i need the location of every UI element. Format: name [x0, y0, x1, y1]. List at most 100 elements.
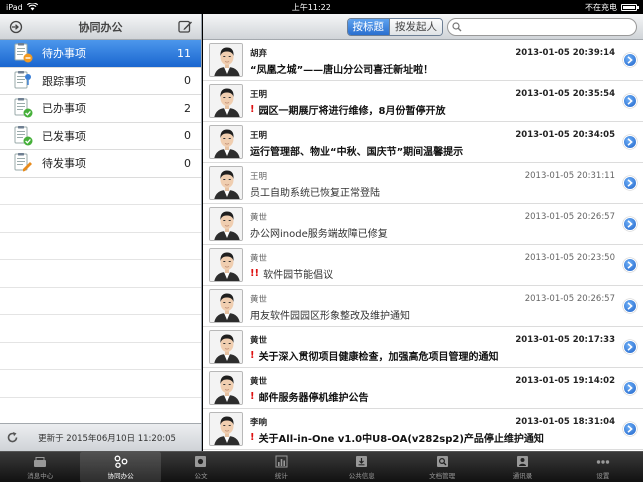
avatar — [209, 43, 243, 77]
detail-disclosure-icon[interactable] — [623, 381, 637, 395]
message-subject: “凤凰之城”——唐山分公司喜迁新址啦！ — [250, 64, 434, 76]
settings-icon — [595, 455, 611, 469]
tab-public-info[interactable]: 公共信息 — [322, 452, 402, 482]
detail-disclosure-icon[interactable] — [623, 299, 637, 313]
tab-statistics[interactable]: 统计 — [241, 452, 321, 482]
message-timestamp: 2013-01-05 20:26:57 — [524, 294, 615, 304]
message-header: 王明 2013-01-05 20:35:54 — [250, 87, 643, 101]
message-subject-line: ! 园区一期展厅将进行维修，8月份暂停开放 — [250, 101, 643, 117]
menu-item-count: 0 — [184, 129, 191, 143]
wifi-icon — [26, 3, 38, 11]
message-timestamp: 2013-01-05 19:14:02 — [515, 376, 615, 386]
detail-disclosure-icon[interactable] — [623, 258, 637, 272]
message-header: 李响 2013-01-05 18:31:04 — [250, 415, 643, 429]
empty-row — [0, 260, 201, 288]
tab-settings[interactable]: 设置 — [563, 452, 643, 482]
message-subject-line: ! 邮件服务器停机维护公告 — [250, 388, 643, 404]
message-list: 胡弃 2013-01-05 20:39:14 “凤凰之城”——唐山分公司喜迁新址啦！… — [203, 40, 643, 450]
menu-item-1[interactable]: 待办事项 11 — [0, 40, 201, 68]
message-header: 黄世 2013-01-05 20:17:33 — [250, 333, 643, 347]
collaboration-icon — [113, 455, 129, 469]
message-subject-line: ! 关于深入贯彻项目健康检查，加强高危项目管理的通知 — [250, 347, 643, 363]
menu-item-4[interactable]: 已发事项 0 — [0, 123, 201, 150]
right-navbar: 按标题 按发起人 — [203, 14, 643, 40]
logout-icon[interactable] — [8, 19, 24, 35]
message-body: 胡弃 2013-01-05 20:39:14 “凤凰之城”——唐山分公司喜迁新址啦！ — [250, 40, 643, 80]
message-header: 黄世 2013-01-05 20:23:50 — [250, 251, 643, 265]
avatar — [209, 207, 243, 241]
message-row[interactable]: 胡弃 2013-01-05 20:39:14 “凤凰之城”——唐山分公司喜迁新址啦！ — [203, 40, 643, 81]
priority-icon: !! — [250, 267, 260, 279]
message-row[interactable]: 李响 2013-01-05 18:31:04! 关于All-in-One v1.0中… — [203, 409, 643, 450]
last-updated-text: 更新于 2015年06月10日 11:20:05 — [38, 433, 176, 444]
avatar — [209, 125, 243, 159]
message-timestamp: 2013-01-05 20:31:11 — [524, 171, 615, 181]
message-body: 黄世 2013-01-05 20:23:50!! 软件园节能倡议 — [250, 245, 643, 285]
tab-official-doc[interactable]: 公文 — [161, 452, 241, 482]
left-navbar: 协同办公 — [0, 14, 201, 40]
menu-item-3[interactable]: 已办事项 2 — [0, 95, 201, 123]
message-timestamp: 2013-01-05 20:35:54 — [515, 89, 615, 99]
tab-collaboration[interactable]: 协同办公 — [80, 452, 161, 482]
tab-message-center[interactable]: 消息中心 — [0, 452, 80, 482]
empty-row — [0, 370, 201, 398]
menu-item-label: 跟踪事项 — [42, 74, 86, 88]
sender-name: 胡弃 — [250, 49, 268, 59]
message-row[interactable]: 王明 2013-01-05 20:34:05 运行管理部、物业“中秋、国庆节”期间温… — [203, 122, 643, 163]
message-timestamp: 2013-01-05 18:31:04 — [515, 417, 615, 427]
message-header: 黄世 2013-01-05 20:26:57 — [250, 292, 643, 306]
message-center-icon — [32, 455, 48, 469]
tab-label: 消息中心 — [27, 471, 54, 480]
detail-disclosure-icon[interactable] — [623, 217, 637, 231]
avatar — [209, 248, 243, 282]
tab-document-management[interactable]: 文档管理 — [402, 452, 482, 482]
compose-icon[interactable] — [177, 19, 193, 35]
priority-icon: ! — [250, 103, 255, 115]
message-timestamp: 2013-01-05 20:34:05 — [515, 130, 615, 140]
message-row[interactable]: 黄世 2013-01-05 19:14:02! 邮件服务器停机维护公告 — [203, 368, 643, 409]
message-row[interactable]: 黄世 2013-01-05 20:26:57 办公网inode服务端故障已修复 — [203, 204, 643, 245]
official-doc-icon — [193, 455, 209, 469]
sent-doc-icon — [12, 125, 34, 147]
detail-disclosure-icon[interactable] — [623, 94, 637, 108]
message-subject: 邮件服务器停机维护公告 — [258, 392, 369, 404]
message-body: 李响 2013-01-05 18:31:04! 关于All-in-One v1.0中… — [250, 409, 643, 449]
message-header: 胡弃 2013-01-05 20:39:14 — [250, 46, 643, 60]
message-row[interactable]: 王明 2013-01-05 20:31:11 员工自助系统已恢复正常登陆 — [203, 163, 643, 204]
search-input[interactable] — [447, 17, 637, 36]
message-body: 黄世 2013-01-05 20:26:57 办公网inode服务端故障已修复 — [250, 204, 643, 244]
message-subject-line: 办公网inode服务端故障已修复 — [250, 224, 643, 240]
battery-icon — [620, 3, 639, 11]
tab-address-book[interactable]: 通讯录 — [482, 452, 562, 482]
refresh-icon[interactable] — [6, 431, 19, 444]
detail-disclosure-icon[interactable] — [623, 135, 637, 149]
tracking-doc-icon — [12, 70, 34, 92]
menu-item-label: 已办事项 — [42, 102, 86, 116]
detail-disclosure-icon[interactable] — [623, 176, 637, 190]
message-row[interactable]: 黄世 2013-01-05 20:17:33! 关于深入贯彻项目健康检查，加强高危项… — [203, 327, 643, 368]
document-management-icon — [434, 455, 450, 469]
menu-item-label: 已发事项 — [42, 129, 86, 143]
detail-disclosure-icon[interactable] — [623, 340, 637, 354]
tab-label: 设置 — [596, 471, 610, 480]
segment-by-sender[interactable]: 按发起人 — [389, 18, 442, 35]
message-row[interactable]: 王明 2013-01-05 20:35:54 ! 园区一期展厅将进行维修，8月份暂停开… — [203, 81, 643, 122]
sender-name: 李响 — [250, 418, 268, 428]
draft-doc-icon — [12, 152, 34, 174]
menu-item-2[interactable]: 跟踪事项 0 — [0, 68, 201, 95]
message-subject: 员工自助系统已恢复正常登陆 — [250, 187, 380, 199]
segment-by-title[interactable]: 按标题 — [347, 18, 389, 35]
message-row[interactable]: 黄世 2013-01-05 20:26:57 用友软件园园区形象整改及维护通知 — [203, 286, 643, 327]
avatar — [209, 330, 243, 364]
message-row[interactable]: 黄世 2013-01-05 20:23:50!! 软件园节能倡议 — [203, 245, 643, 286]
sender-name: 王明 — [250, 90, 268, 100]
detail-disclosure-icon[interactable] — [623, 53, 637, 67]
avatar — [209, 166, 243, 200]
menu-item-5[interactable]: 待发事项 0 — [0, 150, 201, 178]
message-timestamp: 2013-01-05 20:26:57 — [524, 212, 615, 222]
message-subject: 用友软件园园区形象整改及维护通知 — [250, 310, 410, 322]
menu-item-count: 11 — [177, 46, 191, 60]
message-body: 王明 2013-01-05 20:31:11 员工自助系统已恢复正常登陆 — [250, 163, 643, 203]
detail-disclosure-icon[interactable] — [623, 422, 637, 436]
message-header: 黄世 2013-01-05 19:14:02 — [250, 374, 643, 388]
